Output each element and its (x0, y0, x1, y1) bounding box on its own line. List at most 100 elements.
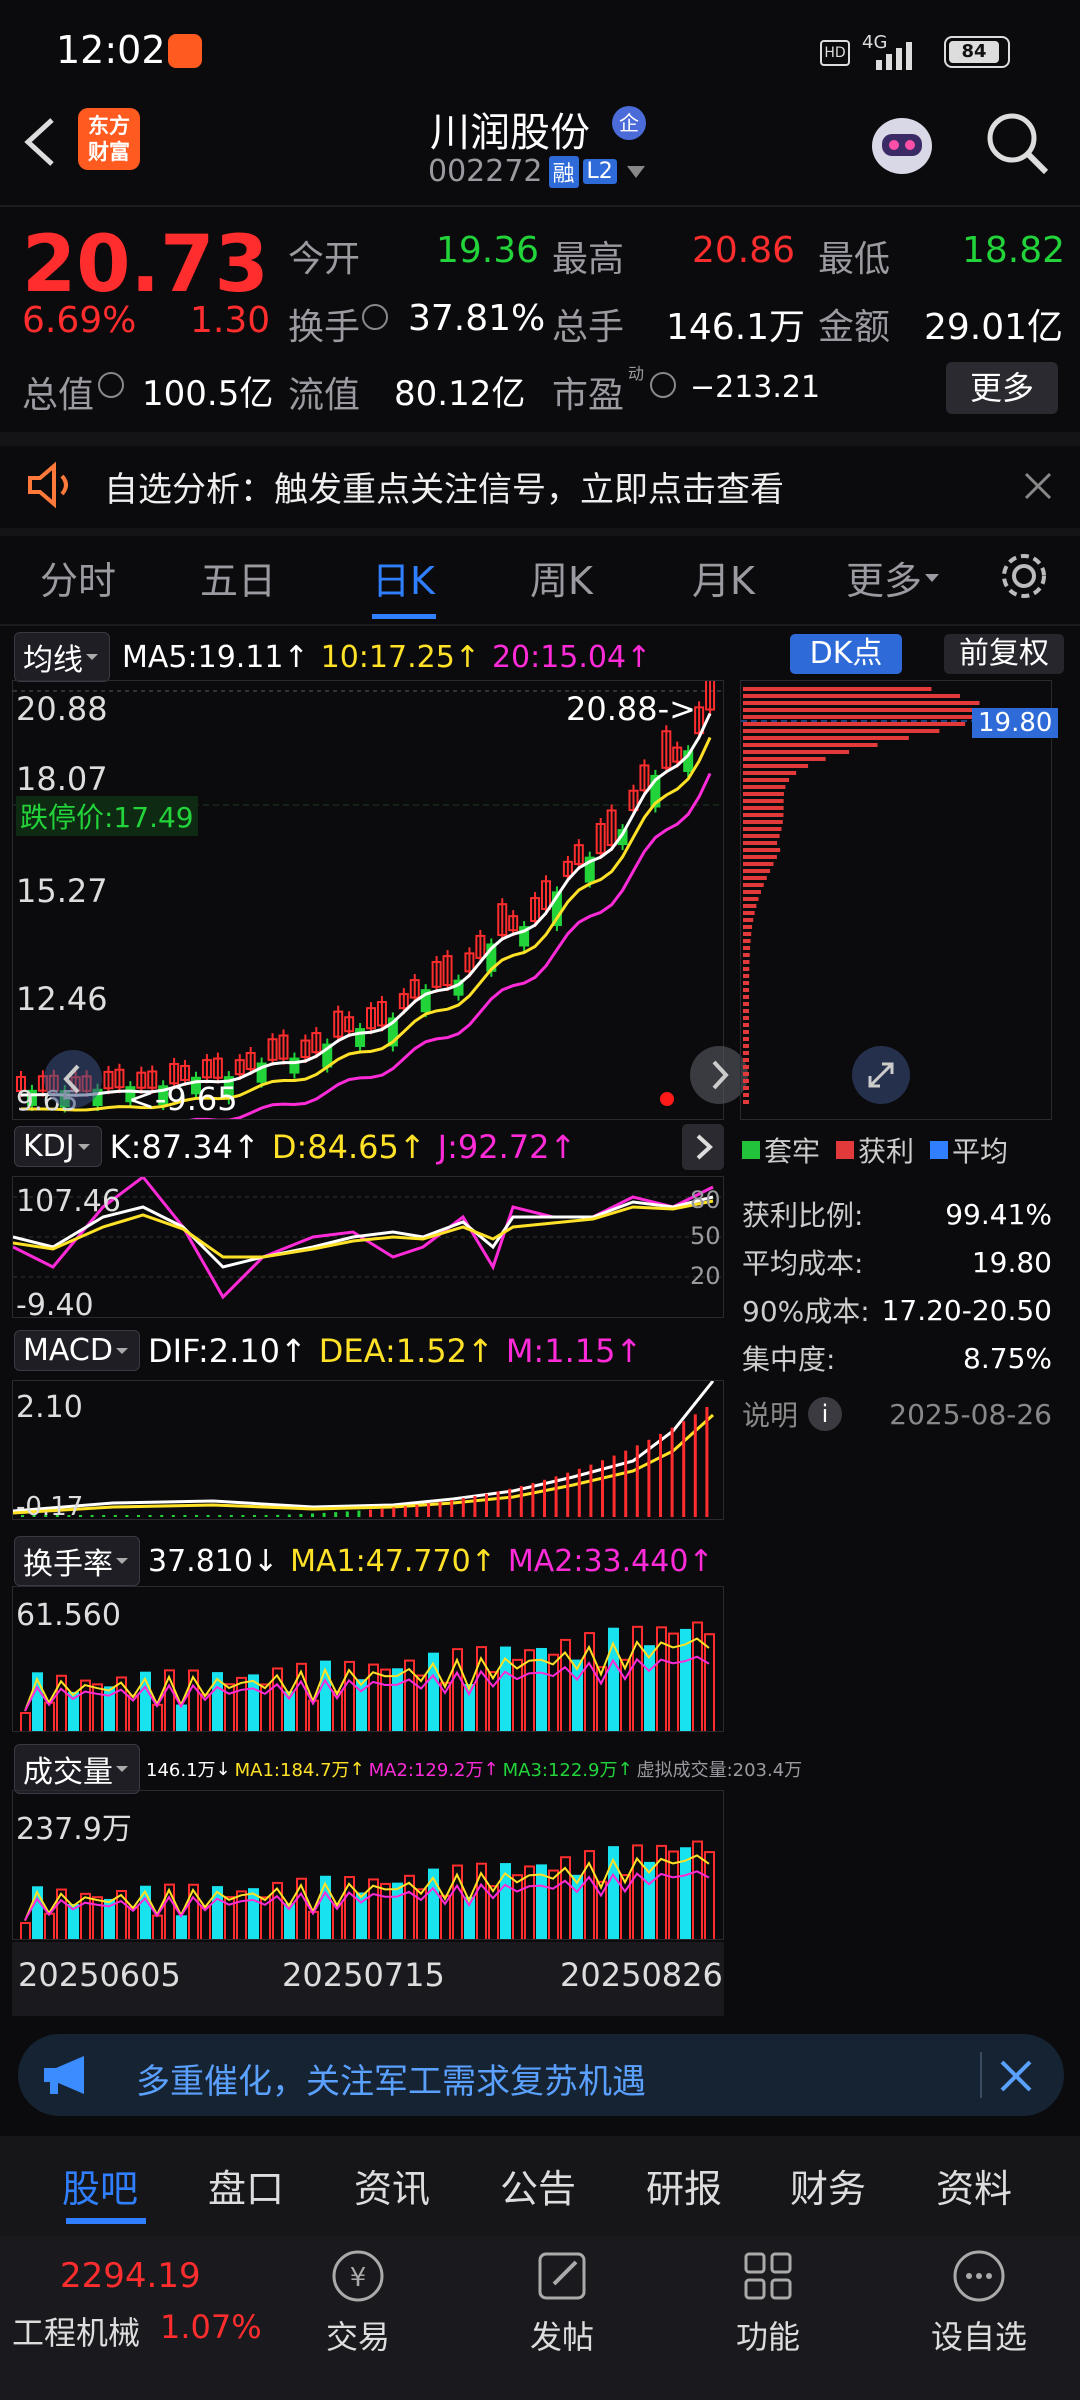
dropdown-caret-icon[interactable] (623, 162, 649, 182)
volume-bar (512, 1658, 523, 1731)
index-value[interactable]: 2294.19 (60, 2256, 201, 2296)
macd-bar (229, 1515, 233, 1517)
kline-chart[interactable] (12, 680, 724, 1120)
chip-bar (743, 827, 782, 831)
back-arrow-icon[interactable] (18, 112, 62, 172)
volume-bar (200, 1905, 211, 1939)
kdj-j: J:92.72 (437, 1127, 550, 1166)
macd-bar (647, 1439, 651, 1517)
pe-info-icon[interactable] (650, 372, 676, 398)
indicator-select[interactable]: 均线 (14, 632, 110, 682)
adjust-button[interactable]: 前复权 (944, 634, 1064, 674)
chip-bar (743, 981, 750, 985)
kdj-expand-button[interactable] (682, 1124, 724, 1170)
turnover-select[interactable]: 换手率 (14, 1536, 140, 1586)
info-dots-icon[interactable] (362, 304, 388, 330)
function-button[interactable]: 功能 (728, 2246, 808, 2358)
index-percent: 1.07% (160, 2308, 262, 2346)
banner-close-icon[interactable] (998, 2058, 1034, 2094)
scroll-left-button[interactable] (44, 1050, 102, 1108)
post-button[interactable]: 发帖 (522, 2246, 602, 2358)
app-logo: 东方 财富 (78, 108, 140, 170)
cost90-label: 90%成本: (742, 1295, 870, 1328)
macd-bar (287, 1514, 291, 1517)
macd-bar (403, 1506, 407, 1517)
more-quote-button[interactable]: 更多 (946, 362, 1058, 414)
tab-monthly-k[interactable]: 月K (692, 550, 755, 605)
volume-bar (44, 1912, 55, 1939)
macd-bar (415, 1504, 419, 1517)
promo-banner[interactable]: 多重催化，关注军工需求复苏机遇 (18, 2034, 1064, 2116)
trade-button[interactable]: ¥ 交易 (318, 2246, 398, 2358)
chip-bar (743, 1037, 750, 1041)
change-percent: 6.69% (22, 300, 137, 341)
y-label-top: 20.88 (16, 690, 108, 728)
tab-announcement[interactable]: 公告 (500, 2158, 576, 2213)
pe-sup: 动 (628, 364, 645, 383)
tab-weekly-k[interactable]: 周K (530, 550, 593, 605)
tab-news[interactable]: 资讯 (354, 2158, 430, 2213)
turnover-legend-row: 换手率 37.810 ↓ MA1:47.770 ↑ MA2:33.440 ↑ (14, 1536, 714, 1586)
float-value: 80.12亿 (394, 374, 526, 414)
settings-gear-icon[interactable] (996, 548, 1052, 604)
close-icon[interactable] (1022, 470, 1054, 502)
pe-label: 市盈 (552, 375, 625, 416)
volume-bar (44, 1701, 55, 1731)
tab-orderbook[interactable]: 盘口 (208, 2158, 284, 2213)
chip-bar (743, 918, 754, 922)
y-label-4: 12.46 (16, 980, 108, 1018)
volume-bar (188, 1669, 199, 1731)
date-end: 20250826 (560, 1956, 723, 1994)
volume-bar (644, 1861, 655, 1939)
post-label: 发帖 (529, 2318, 594, 2356)
add-watchlist-button[interactable]: 设自选 (924, 2246, 1034, 2358)
chip-bar (743, 876, 767, 880)
index-name[interactable]: 工程机械 (12, 2308, 140, 2354)
macd-dea: DEA:1.52 (318, 1331, 467, 1370)
turnover-ma1: MA1:47.770 (290, 1543, 471, 1579)
volume-bar (572, 1874, 583, 1939)
chip-bar (743, 687, 932, 691)
volume-ma1: MA1:184.7万 (234, 1760, 350, 1781)
chip-bar (743, 757, 826, 761)
tab-finance[interactable]: 财务 (790, 2158, 866, 2213)
tab-five-day[interactable]: 五日 (200, 550, 276, 605)
macd-bar (137, 1515, 140, 1517)
volume-bar (236, 1890, 247, 1939)
tab-intraday[interactable]: 分时 (40, 550, 116, 605)
chip-bar (743, 1079, 749, 1083)
notice-bar[interactable]: 自选分析：触发重点关注信号，立即点击查看 (0, 446, 1080, 526)
profit-ratio-value: 99.41% (945, 1197, 1052, 1231)
volume-select[interactable]: 成交量 (14, 1744, 140, 1794)
macd-bar (531, 1482, 535, 1517)
macd-bar (519, 1485, 523, 1517)
tab-daily-k[interactable]: 日K (372, 550, 435, 605)
macd-bar (473, 1495, 477, 1517)
chip-bar (743, 729, 940, 733)
bottom-tabs: 股吧 盘口 资讯 公告 研报 财务 资料 (0, 2136, 1080, 2236)
tab-more[interactable]: 更多 (846, 550, 942, 605)
profit-ratio-label: 获利比例: (742, 1199, 864, 1232)
banner-divider (980, 2052, 982, 2098)
edit-post-icon (538, 2252, 586, 2300)
tab-research[interactable]: 研报 (646, 2158, 722, 2213)
chip-bar (743, 1044, 750, 1048)
tab-forum[interactable]: 股吧 (62, 2158, 138, 2213)
change-amount: 1.30 (190, 300, 271, 341)
mktcap-info-icon[interactable] (98, 372, 124, 398)
footer-toolbar: 2294.19 工程机械 1.07% ¥ 交易 发帖 功能 设自选 (0, 2236, 1080, 2400)
macd-select[interactable]: MACD (14, 1330, 140, 1371)
search-icon[interactable] (982, 108, 1052, 178)
tab-profile[interactable]: 资料 (936, 2158, 1012, 2213)
robot-assistant-icon[interactable] (862, 102, 942, 182)
kdj-select[interactable]: KDJ (14, 1126, 102, 1167)
dk-point-button[interactable]: DK点 (790, 634, 902, 674)
chip-bar (743, 792, 784, 796)
float-label: 流值 (288, 375, 361, 416)
chip-legend: 套牢 获利 平均 (742, 1130, 1008, 1170)
volume-bar (704, 1633, 715, 1731)
macd-bar (566, 1472, 570, 1517)
chip-bar (743, 890, 761, 894)
chip-stats: 获利比例: 99.41% 平均成本: 19.80 90%成本: 17.20-20.50… (742, 1190, 1052, 1446)
info-icon[interactable]: i (808, 1397, 843, 1431)
